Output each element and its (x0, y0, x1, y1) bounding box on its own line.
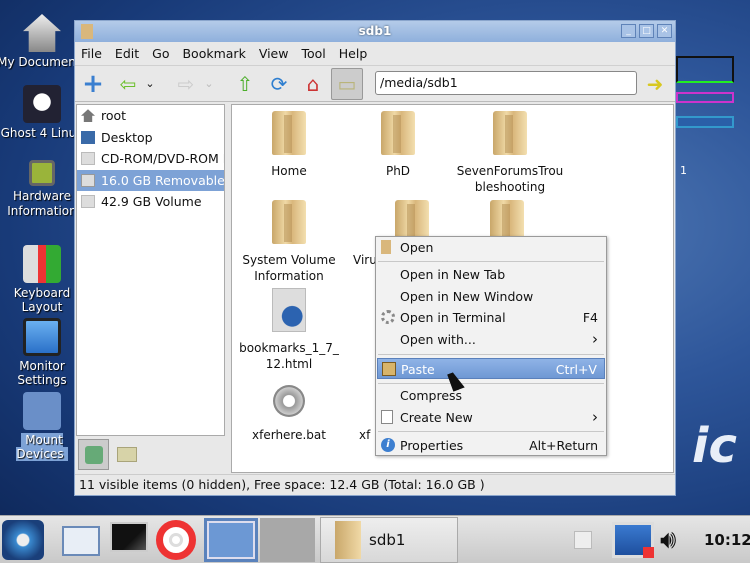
separator (378, 261, 604, 262)
back-history-dropdown[interactable]: ⌄ (143, 71, 157, 97)
workspace-2-button[interactable] (260, 518, 315, 562)
clipboard-icon (382, 362, 396, 376)
workspace-1-button[interactable] (204, 518, 258, 562)
menu-go[interactable]: Go (152, 46, 169, 61)
folder-icon (272, 200, 306, 244)
menu-view[interactable]: View (259, 46, 289, 61)
menu-item-create-new[interactable]: Create New › (377, 407, 605, 428)
desktop-icon (81, 130, 95, 144)
gear-icon (381, 310, 395, 324)
folder-icon (381, 111, 415, 155)
start-menu-button[interactable] (2, 520, 44, 560)
toolbar: + ⇦ ⌄ ⇨ ⌄ ⇧ ⟳ ⌂ ▭ /media/sdb1 ➜ (75, 66, 675, 102)
folder-icon (335, 521, 361, 559)
go-button[interactable]: ➜ (642, 71, 668, 97)
gear-icon (273, 385, 305, 417)
separator (378, 383, 604, 384)
forward-history-dropdown[interactable]: ⌄ (202, 71, 216, 97)
usb-drive-icon (81, 173, 95, 187)
file-item[interactable]: PhD (345, 111, 451, 179)
task-button-sdb1[interactable]: sdb1 (320, 517, 458, 563)
monitor-icon[interactable] (110, 522, 148, 552)
clock[interactable]: 10:12 (704, 520, 750, 560)
html-file-icon (272, 288, 306, 332)
folder-icon (493, 111, 527, 155)
folder-icon (381, 240, 391, 254)
menu-item-properties[interactable]: i Properties Alt+Return (377, 435, 605, 456)
folder-view-toggle-button[interactable]: ▭ (331, 68, 363, 100)
disconnected-icon (643, 547, 654, 558)
separator (378, 431, 604, 432)
folder-icon (272, 111, 306, 155)
sidebar-item-desktop[interactable]: Desktop (77, 127, 224, 149)
drive-icon (81, 195, 95, 209)
sidebar-item-cdrom[interactable]: CD-ROM/DVD-ROM Drive (77, 148, 224, 170)
home-button[interactable]: ⌂ (300, 71, 326, 97)
disk-bar-widget (676, 116, 734, 128)
home-icon (81, 109, 95, 123)
file-item[interactable]: SevenForumsTroubleshooting (454, 111, 566, 195)
drive-icon (85, 446, 103, 464)
drive-icon (23, 392, 61, 430)
menu-item-open-with[interactable]: Open with... › (377, 329, 605, 350)
maximize-button[interactable]: □ (639, 24, 654, 38)
file-item[interactable]: bookmarks_1_7_12.html (236, 288, 342, 372)
memory-bar-widget (676, 92, 734, 103)
file-item[interactable]: xferhere.bat (236, 385, 342, 443)
wallpaper-logo-text: ic (692, 418, 737, 474)
places-view-button[interactable] (78, 439, 109, 470)
hardware-icon (29, 160, 55, 186)
cdrom-icon (81, 152, 95, 166)
menu-item-open-new-tab[interactable]: Open in New Tab (377, 264, 605, 285)
show-desktop-button[interactable] (62, 526, 100, 556)
up-button[interactable]: ⇧ (232, 71, 258, 97)
ghost-icon (23, 85, 61, 123)
monitor-icon (23, 318, 61, 356)
sidebar-item-volume[interactable]: 42.9 GB Volume (77, 191, 224, 213)
menu-item-compress[interactable]: Compress (377, 385, 605, 406)
widget-value: 1 (680, 164, 687, 177)
minimize-button[interactable]: _ (621, 24, 636, 38)
menu-item-open-new-window[interactable]: Open in New Window (377, 286, 605, 307)
volume-icon[interactable]: 🔊︎ (660, 520, 696, 560)
help-lifebuoy-icon[interactable] (156, 520, 196, 560)
menu-tool[interactable]: Tool (301, 46, 325, 61)
menu-bar: File Edit Go Bookmark View Tool Help (75, 42, 675, 66)
menu-edit[interactable]: Edit (115, 46, 139, 61)
menu-item-open-terminal[interactable]: Open in Terminal F4 (377, 307, 605, 328)
refresh-button[interactable]: ⟳ (266, 71, 292, 97)
address-input[interactable]: /media/sdb1 (375, 71, 637, 95)
file-item[interactable]: Home (236, 111, 342, 179)
chevron-right-icon: › (592, 330, 598, 348)
new-tab-button[interactable]: + (80, 71, 106, 97)
menu-item-open[interactable]: Open (377, 237, 605, 258)
menu-item-paste[interactable]: Paste Ctrl+V (377, 358, 605, 379)
context-menu: Open Open in New Tab Open in New Window … (375, 236, 607, 456)
cpu-graph-widget (676, 56, 734, 83)
menu-bookmark[interactable]: Bookmark (182, 46, 245, 61)
network-status-icon[interactable] (612, 522, 654, 558)
home-icon (23, 14, 61, 52)
sidebar-item-removable-volume[interactable]: 16.0 GB Removable Volume (77, 169, 224, 191)
menu-file[interactable]: File (81, 46, 102, 61)
info-icon: i (381, 438, 395, 452)
file-icon (381, 410, 393, 424)
back-button[interactable]: ⇦ (115, 71, 141, 97)
status-bar: 11 visible items (0 hidden), Free space:… (75, 474, 675, 494)
keyboard-icon (23, 245, 61, 283)
file-item[interactable]: System Volume Information (236, 200, 342, 284)
forward-button[interactable]: ⇨ (173, 71, 199, 97)
chevron-right-icon: › (592, 408, 598, 426)
sidebar-places: root Desktop CD-ROM/DVD-ROM Drive 16.0 G… (76, 104, 225, 436)
taskbar: sdb1 🔊︎ 10:12 (0, 515, 750, 563)
sidebar-item-root[interactable]: root (77, 105, 224, 127)
window-title: sdb1 (358, 24, 392, 38)
separator (378, 354, 604, 355)
title-bar[interactable]: sdb1 _ □ ✕ (75, 21, 675, 42)
tray-icon[interactable] (574, 531, 592, 549)
tree-view-button[interactable] (117, 447, 137, 462)
menu-help[interactable]: Help (339, 46, 368, 61)
close-button[interactable]: ✕ (657, 24, 672, 38)
